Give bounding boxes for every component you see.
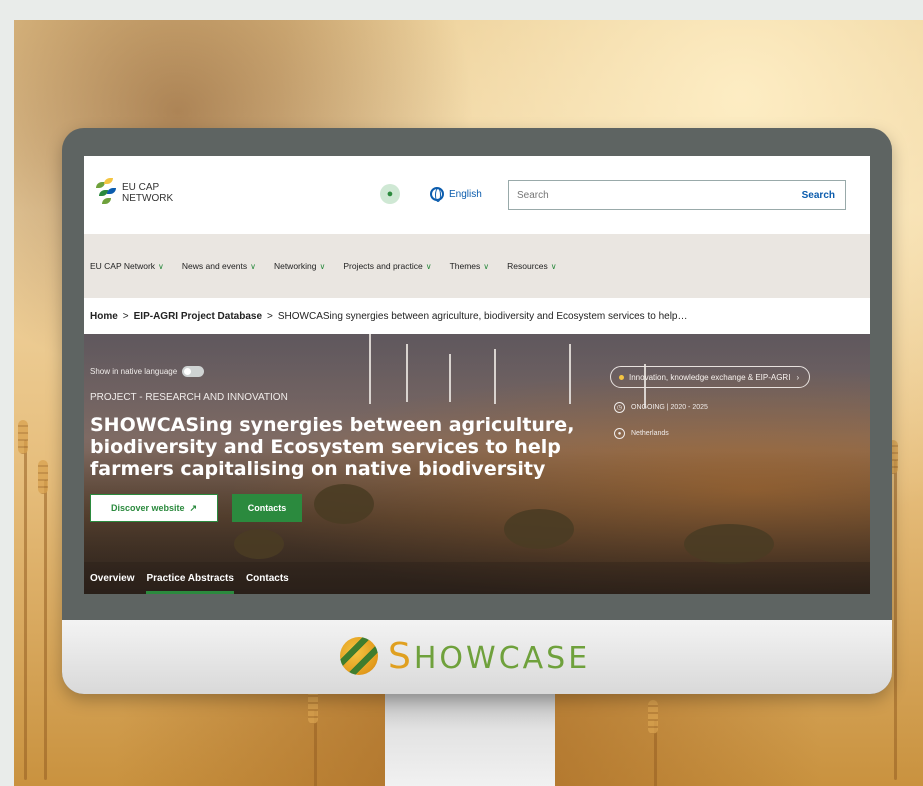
showcase-wordmark-first: S [388, 635, 414, 677]
tab-overview[interactable]: Overview [90, 562, 134, 594]
nav-item-projects-and-practice[interactable]: Projects and practice ∨ [343, 261, 431, 271]
nav-item-eu-cap-network[interactable]: EU CAP Network ∨ [90, 261, 164, 271]
project-hero: Show in native language PROJECT - RESEAR… [84, 334, 870, 594]
nav-item-news-and-events[interactable]: News and events ∨ [182, 261, 256, 271]
logo-text-line1: EU CAP [122, 182, 160, 193]
eu-cap-network-logo[interactable]: EU CAP NETWORK [96, 178, 173, 208]
search-button[interactable]: Search [792, 190, 845, 201]
chevron-down-icon: ∨ [250, 261, 256, 271]
external-link-icon: ↗ [189, 502, 198, 513]
contacts-button[interactable]: Contacts [232, 494, 302, 522]
nav-item-label: EU CAP Network [90, 261, 156, 271]
nav-item-label: Themes [449, 261, 481, 271]
breadcrumb-separator: > [122, 310, 129, 322]
native-language-label: Show in native language [90, 367, 178, 376]
nav-item-label: Projects and practice [343, 261, 423, 271]
chevron-right-icon: › [796, 372, 800, 382]
showcase-wordmark-rest: HOWCASE [413, 640, 591, 676]
project-tabs: Overview Practice Abstracts Contacts [84, 562, 870, 594]
tag-dot-icon [619, 374, 624, 380]
browser-screen: EU CAP NETWORK ● English Search EU CAP N… [84, 156, 870, 594]
site-header: EU CAP NETWORK ● English Search [84, 156, 870, 234]
nav-item-label: News and events [181, 261, 248, 271]
user-icon[interactable]: ● [380, 184, 400, 204]
theme-tag-label: Innovation, knowledge exchange & EIP-AGR… [629, 372, 791, 382]
breadcrumb: Home > EIP-AGRI Project Database > SHOWC… [84, 298, 870, 334]
logo-text-line2: NETWORK [122, 193, 174, 204]
chevron-down-icon: ∨ [483, 261, 490, 271]
clock-icon: ◷ [614, 402, 625, 413]
country-label: Netherlands [631, 430, 669, 437]
native-language-toggle[interactable]: Show in native language [90, 366, 205, 377]
nav-item-label: Networking [273, 261, 317, 271]
tab-practice-abstracts[interactable]: Practice Abstracts [146, 562, 235, 594]
toggle-switch[interactable] [182, 366, 205, 377]
breadcrumb-current: SHOWCASing synergies between agriculture… [277, 310, 688, 322]
breadcrumb-home[interactable]: Home [90, 311, 118, 322]
nav-item-networking[interactable]: Networking ∨ [274, 261, 325, 271]
status-label: ONGOING | 2020 - 2025 [631, 404, 708, 411]
main-nav: EU CAP Network ∨ News and events ∨ Network… [84, 234, 870, 298]
tab-contacts[interactable]: Contacts [246, 562, 289, 594]
page-title: SHOWCASing synergies between agriculture… [90, 414, 575, 480]
breadcrumb-database[interactable]: EIP-AGRI Project Database [134, 311, 262, 322]
search-input[interactable] [509, 189, 792, 201]
chevron-down-icon: ∨ [158, 261, 164, 271]
showcase-wordmark: SHOWCASE [388, 636, 590, 677]
language-label: English [449, 188, 482, 200]
globe-icon [430, 187, 444, 202]
nav-item-resources[interactable]: Resources ∨ [507, 261, 557, 271]
nav-item-label: Resources [507, 261, 548, 271]
location-icon: ● [614, 428, 625, 439]
showcase-logo: SHOWCASE [340, 628, 640, 684]
chevron-down-icon: ∨ [319, 261, 326, 271]
leaf-logo-icon [96, 178, 118, 208]
discover-website-label: Discover website [110, 503, 185, 513]
nav-item-themes[interactable]: Themes ∨ [450, 261, 490, 271]
monitor-stand [385, 694, 555, 786]
project-status: ◷ ONGOING | 2020 - 2025 [614, 402, 708, 413]
chevron-down-icon: ∨ [425, 261, 432, 271]
showcase-ball-icon [340, 637, 378, 675]
breadcrumb-separator: > [267, 310, 273, 322]
project-type: PROJECT - RESEARCH AND INNOVATION [90, 392, 288, 403]
discover-website-button[interactable]: Discover website ↗ [90, 494, 218, 522]
theme-tag[interactable]: Innovation, knowledge exchange & EIP-AGR… [610, 366, 811, 388]
chevron-down-icon: ∨ [550, 261, 557, 271]
project-country: ● Netherlands [614, 428, 669, 439]
language-selector[interactable]: English [430, 187, 482, 202]
search-bar: Search [508, 180, 846, 210]
